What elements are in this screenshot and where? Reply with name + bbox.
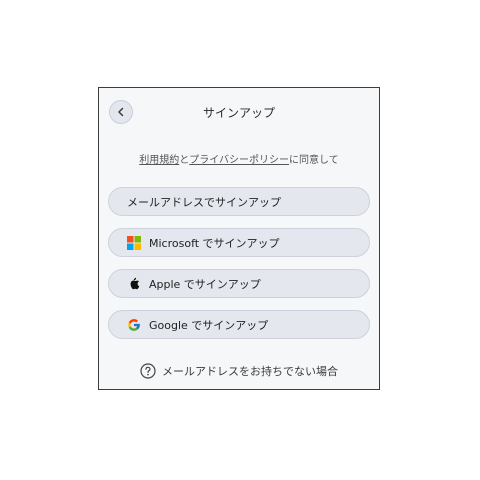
question-circle-icon — [140, 363, 156, 379]
apple-signup-label: Apple でサインアップ — [149, 277, 261, 291]
google-signup-label: Google でサインアップ — [149, 318, 269, 332]
google-logo-icon — [127, 318, 141, 332]
signup-dialog: サインアップ 利用規約とプライバシーポリシーに同意して メールアドレスでサインア… — [98, 87, 380, 390]
page-title: サインアップ — [202, 106, 275, 120]
email-signup-button[interactable]: メールアドレスでサインアップ — [108, 187, 370, 216]
terms-link[interactable]: 利用規約 — [139, 155, 179, 166]
apple-signup-button[interactable]: Apple でサインアップ — [108, 269, 370, 298]
consent-agree-text: に同意して — [289, 155, 339, 166]
apple-logo-icon — [127, 277, 141, 291]
no-email-help-link[interactable]: メールアドレスをお持ちでない場合 — [99, 363, 379, 379]
consent-text: 利用規約とプライバシーポリシーに同意して — [99, 151, 379, 166]
email-signup-label: メールアドレスでサインアップ — [127, 195, 281, 209]
privacy-policy-link[interactable]: プライバシーポリシー — [189, 155, 289, 166]
google-signup-button[interactable]: Google でサインアップ — [108, 310, 370, 339]
consent-and-text: と — [179, 155, 190, 166]
microsoft-logo-icon — [127, 235, 141, 250]
no-email-help-label: メールアドレスをお持ちでない場合 — [162, 365, 338, 378]
microsoft-signup-button[interactable]: Microsoft でサインアップ — [108, 228, 370, 257]
microsoft-signup-label: Microsoft でサインアップ — [149, 236, 280, 250]
